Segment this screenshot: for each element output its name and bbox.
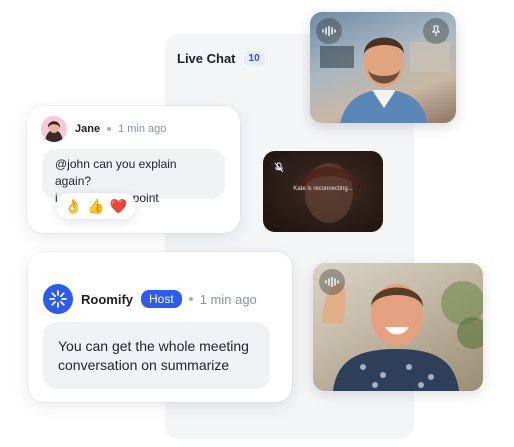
message-time: 1 min ago [118, 123, 167, 135]
separator-dot [107, 127, 112, 131]
jane-message-bubble: @john can you explain again? i didn't ge… [42, 149, 225, 205]
message-line-2: conversation on summarize [58, 357, 230, 373]
sender-name: Jane [75, 123, 101, 135]
reaction-thumbs-up[interactable]: 👍 [87, 199, 104, 213]
video-tile-participant[interactable] [313, 263, 483, 391]
mention-link[interactable]: @john [55, 157, 90, 171]
pin-icon[interactable] [423, 18, 449, 44]
message-line-1: @john can you explain again? [55, 157, 177, 188]
message-line-1: You can get the whole meeting [58, 338, 249, 354]
video-tile-reconnecting[interactable]: Kate is reconnecting... [263, 151, 383, 232]
live-chat-title: Live Chat [177, 50, 236, 66]
roomify-logo-icon [43, 284, 73, 314]
sender-name: Roomify [81, 291, 133, 307]
roomify-message-bubble: You can get the whole meeting conversati… [43, 322, 270, 389]
audio-wave-icon[interactable] [316, 18, 342, 44]
jane-message-meta: Jane 1 min ago [41, 116, 166, 142]
separator-dot [188, 297, 193, 301]
roomify-message-meta: Roomify Host 1 min ago [43, 284, 257, 314]
reaction-ok[interactable]: 👌 [65, 199, 82, 213]
mic-off-icon[interactable] [269, 157, 289, 177]
avatar[interactable] [41, 116, 67, 142]
message-count-badge: 10 [243, 50, 265, 66]
host-badge: Host [141, 290, 182, 308]
reaction-heart[interactable]: ❤️ [110, 199, 127, 213]
reconnecting-status: Kate is reconnecting... [293, 186, 353, 192]
audio-wave-icon[interactable] [319, 269, 345, 295]
reactions-bar: 👌 👍 ❤️ [56, 193, 136, 219]
video-tile-host[interactable] [310, 12, 456, 123]
message-time: 1 min ago [199, 291, 257, 307]
